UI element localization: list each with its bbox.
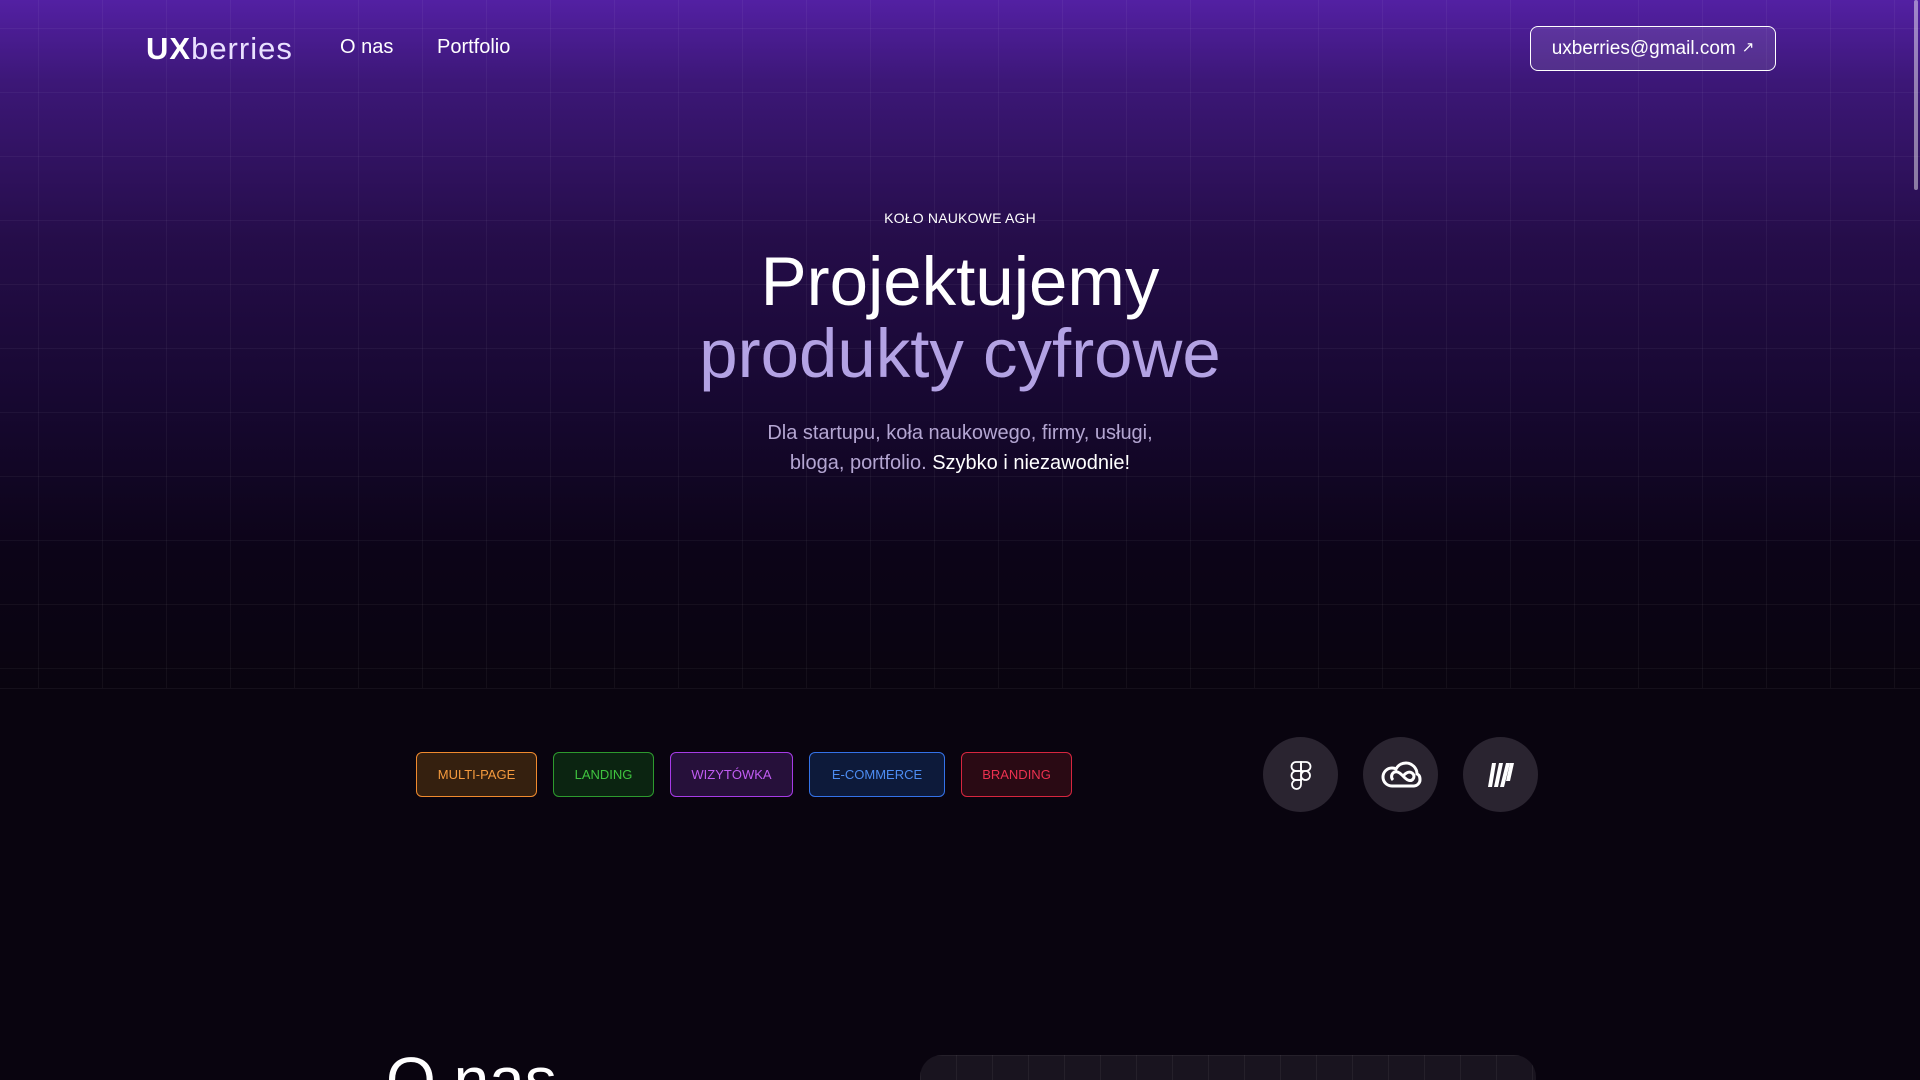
logo[interactable]: UX berries — [146, 30, 293, 66]
tag-wizytowka[interactable]: WIZYTÓWKA — [670, 752, 793, 797]
hero-title-line1: Projektujemy — [760, 243, 1160, 320]
tag-e-commerce[interactable]: E-COMMERCE — [809, 752, 945, 797]
hero-title-line2: produkty cyfrowe — [699, 315, 1221, 392]
about-preview-card — [920, 1055, 1536, 1080]
hero-subtitle-line2: bloga, portfolio. Szybko i niezawodnie! — [0, 448, 1920, 478]
hero-subtitle: Dla startupu, koła naukowego, firmy, usł… — [0, 418, 1920, 478]
hero-subtitle-part1: bloga, portfolio. — [789, 452, 927, 474]
email-label: uxberries@gmail.com — [1551, 37, 1736, 59]
project-type-tags: MULTI-PAGE LANDING WIZYTÓWKA E-COMMERCE … — [416, 752, 1072, 797]
hero-section: UX berries O nas Portfolio uxberries@gmai… — [0, 0, 1920, 688]
tag-multi-page[interactable]: MULTI-PAGE — [416, 752, 537, 797]
hero-subtitle-emphasis: Szybko i niezawodnie! — [932, 452, 1131, 474]
miro-icon — [1463, 737, 1538, 812]
logo-ux: UX — [146, 30, 192, 66]
hero-headline: Projektujemy produkty cyfrowe — [0, 246, 1920, 390]
nav-link-portfolio[interactable]: Portfolio — [437, 37, 510, 57]
section-divider — [0, 688, 1920, 689]
hero-subtitle-line1: Dla startupu, koła naukowego, firmy, usł… — [767, 422, 1153, 444]
external-arrow-icon: ↗ — [1741, 38, 1755, 56]
figma-icon — [1263, 737, 1338, 812]
creative-cloud-icon — [1363, 737, 1438, 812]
email-contact-button[interactable]: uxberries@gmail.com ↗ — [1530, 26, 1776, 71]
top-navigation: UX berries O nas Portfolio uxberries@gmai… — [0, 0, 1920, 98]
tag-landing[interactable]: LANDING — [553, 752, 654, 797]
logo-berries: berries — [191, 30, 293, 66]
page-scrollbar[interactable] — [1912, 0, 1920, 1080]
tag-branding[interactable]: BRANDING — [961, 752, 1072, 797]
design-tools — [1263, 737, 1538, 812]
hero-eyebrow: KOŁO NAUKOWE AGH — [884, 210, 1036, 226]
nav-link-o-nas[interactable]: O nas — [340, 37, 393, 57]
about-section-title: O nas — [386, 1044, 557, 1080]
page: UX berries O nas Portfolio uxberries@gmai… — [0, 0, 1920, 1080]
scrollbar-thumb[interactable] — [1914, 0, 1918, 190]
